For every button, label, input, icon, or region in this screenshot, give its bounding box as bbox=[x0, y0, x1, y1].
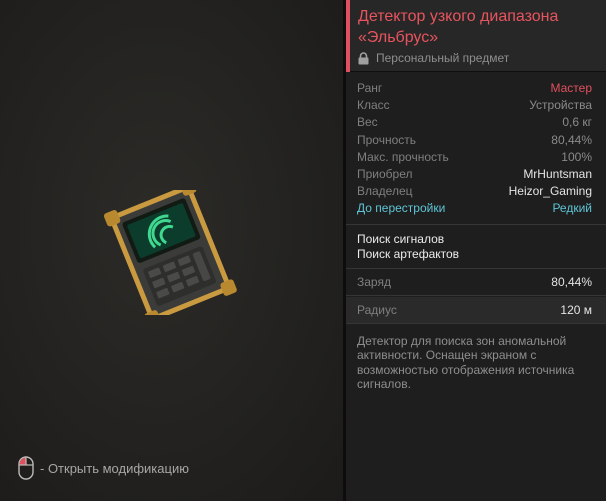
lock-icon bbox=[358, 51, 369, 64]
stat-value: Мастер bbox=[550, 81, 592, 95]
stat-value: Heizor_Gaming bbox=[508, 184, 592, 199]
header-accent-bar bbox=[346, 0, 350, 72]
stat-durability: Прочность 80,44% bbox=[357, 132, 592, 149]
stat-value: MrHuntsman bbox=[523, 167, 592, 182]
charge-row: Заряд 80,44% bbox=[346, 269, 606, 296]
item-title: Детектор узкого диапазона «Эльбрус» bbox=[358, 8, 559, 46]
stat-value: 100% bbox=[561, 149, 592, 164]
item-preview: - Открыть модификацию bbox=[0, 0, 344, 501]
radius-label: Радиус bbox=[357, 302, 397, 317]
feature-item: Поиск артефактов bbox=[357, 246, 460, 261]
item-info-panel: Детектор узкого диапазона «Эльбрус» Перс… bbox=[346, 0, 606, 501]
stat-value: Устройства bbox=[529, 98, 592, 113]
charge-value: 80,44% bbox=[551, 274, 592, 289]
stat-rebuild: До перестройки Редкий bbox=[357, 200, 592, 217]
stat-max-durability: Макс. прочность 100% bbox=[357, 149, 592, 166]
item-header: Детектор узкого диапазона «Эльбрус» Перс… bbox=[346, 0, 606, 72]
stat-owner: Владелец Heizor_Gaming bbox=[357, 183, 592, 200]
radius-row: Радиус 120 м bbox=[346, 296, 606, 324]
stat-value: 80,44% bbox=[551, 132, 592, 147]
stat-label: Прочность bbox=[357, 132, 417, 147]
item-stats: Ранг Мастер Класс Устройства Вес 0,6 кг … bbox=[346, 72, 606, 225]
detector-device-image bbox=[103, 190, 237, 315]
stat-label: Приобрел bbox=[357, 167, 413, 182]
stat-weight: Вес 0,6 кг bbox=[357, 114, 592, 131]
item-description: Детектор для поиска зон аномальной актив… bbox=[357, 333, 575, 392]
charge-label: Заряд bbox=[357, 274, 391, 289]
stat-label: Ранг bbox=[357, 81, 383, 95]
stat-value: Редкий bbox=[552, 201, 592, 216]
item-subtitle: Персональный предмет bbox=[376, 51, 510, 65]
item-subtitle-row: Персональный предмет bbox=[358, 51, 596, 65]
stat-label: Владелец bbox=[357, 184, 413, 199]
stat-value: 0,6 кг bbox=[562, 115, 592, 130]
stat-acquired-by: Приобрел MrHuntsman bbox=[357, 166, 592, 183]
open-modification-hint: - Открыть модификацию bbox=[18, 455, 189, 481]
item-features: Поиск сигналов Поиск артефактов bbox=[346, 225, 606, 269]
stat-label: Вес bbox=[357, 115, 378, 130]
feature-item: Поиск сигналов bbox=[357, 231, 445, 246]
radius-value: 120 м bbox=[560, 302, 592, 317]
stat-rank: Ранг Мастер bbox=[357, 80, 592, 97]
stat-label: До перестройки bbox=[357, 201, 446, 216]
mouse-icon bbox=[18, 456, 34, 480]
hint-text: - Открыть модификацию bbox=[40, 460, 189, 476]
stat-label: Класс bbox=[357, 98, 390, 113]
stat-class: Класс Устройства bbox=[357, 97, 592, 114]
stat-label: Макс. прочность bbox=[357, 149, 449, 164]
